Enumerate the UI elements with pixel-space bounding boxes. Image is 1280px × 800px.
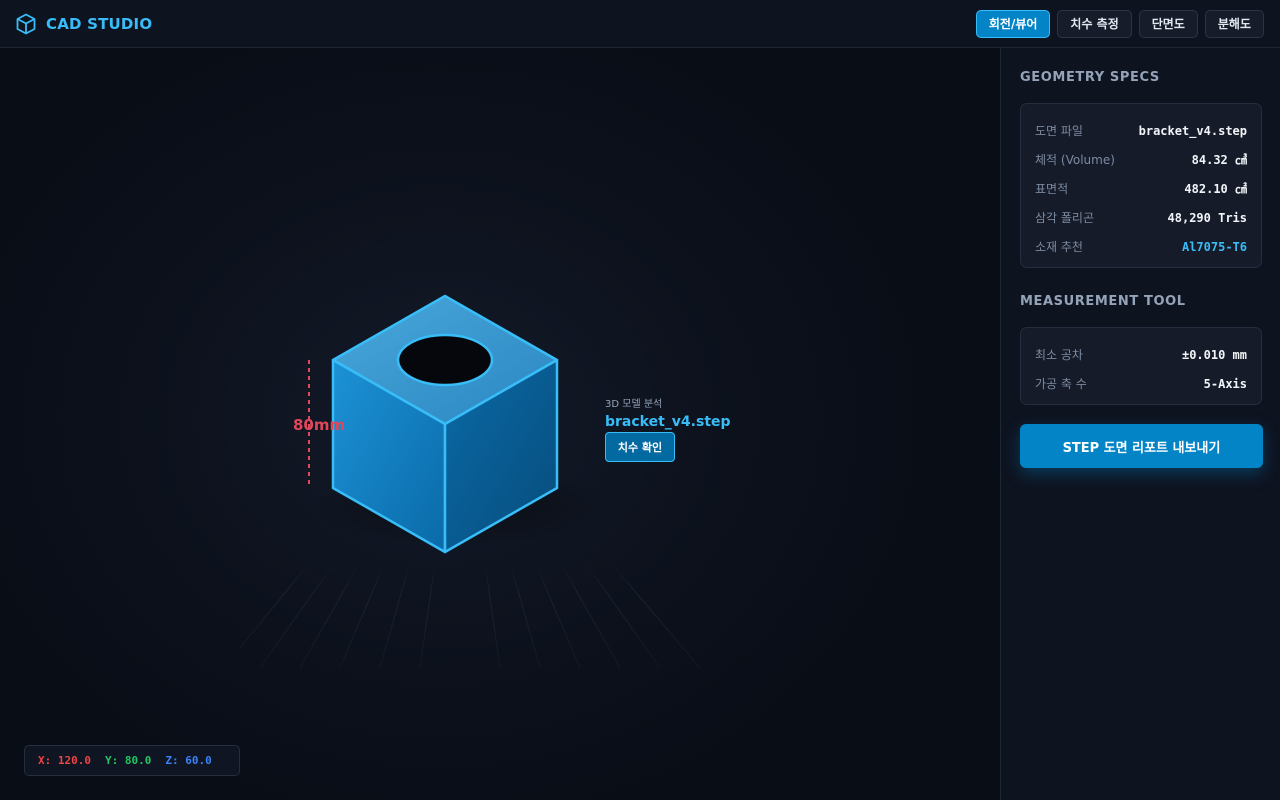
spec-value: Al7075-T6 [1181, 239, 1247, 254]
brand: CAD STUDIO [16, 13, 152, 35]
measure-row-axes: 가공 축 수 5-Axis [1035, 369, 1247, 398]
spec-sidebar: GEOMETRY SPECS 도면 파일 bracket_v4.step 체적 … [1000, 48, 1280, 800]
spec-row-surface-area: 표면적 482.10 ㎠ [1035, 174, 1247, 203]
measure-label: 최소 공차 [1035, 348, 1083, 362]
spec-label: 도면 파일 [1035, 124, 1083, 138]
measure-dimension-button[interactable]: 치수 측정 [1057, 9, 1132, 38]
floor-grid [239, 561, 701, 669]
export-report-button[interactable]: STEP 도면 리포트 내보내기 [1020, 424, 1263, 468]
measure-label: 가공 축 수 [1035, 377, 1087, 391]
spec-value: 482.10 ㎠ [1184, 182, 1247, 196]
spec-value: 48,290 Tris [1167, 210, 1247, 225]
measure-value: ±0.010 mm [1181, 347, 1247, 362]
spec-value: bracket_v4.step [1138, 123, 1247, 138]
spec-value: 84.32 ㎤ [1191, 153, 1247, 167]
geometry-specs-title: GEOMETRY SPECS [1020, 70, 1160, 85]
spec-row-polygons: 삼각 폴리곤 48,290 Tris [1035, 203, 1247, 232]
section-view-button[interactable]: 단면도 [1138, 9, 1198, 38]
bore-hole [396, 333, 494, 387]
model-info-callout: 3D 모델 분석 bracket_v4.step 치수 확인 [605, 395, 731, 462]
spec-label: 삼각 폴리곤 [1035, 211, 1095, 225]
rotate-viewer-button[interactable]: 회전/뷰어 [975, 9, 1051, 38]
3d-scene[interactable] [0, 48, 1000, 800]
measure-row-tolerance: 최소 공차 ±0.010 mm [1035, 340, 1247, 369]
spec-row-file: 도면 파일 bracket_v4.step [1035, 116, 1247, 145]
coord-y: Y: 80.0 [104, 754, 152, 767]
dimension-label: 80mm [293, 416, 346, 434]
app-title: CAD STUDIO [46, 14, 153, 33]
coordinate-readout: X: 120.0 Y: 80.0 Z: 60.0 [24, 745, 240, 776]
coord-x: X: 120.0 [38, 754, 91, 767]
spec-label: 표면적 [1035, 182, 1069, 196]
measure-value: 5-Axis [1203, 376, 1247, 391]
check-dimension-button[interactable]: 치수 확인 [605, 432, 675, 462]
exploded-view-button[interactable]: 분해도 [1204, 9, 1264, 38]
measurement-card: 최소 공차 ±0.010 mm 가공 축 수 5-Axis [1020, 327, 1262, 405]
spec-row-volume: 체적 (Volume) 84.32 ㎤ [1035, 145, 1247, 174]
spec-row-material: 소재 추천 Al7075-T6 [1035, 232, 1247, 261]
coord-z: Z: 60.0 [165, 754, 212, 767]
model-caption: 3D 모델 분석 [605, 399, 663, 410]
view-mode-toolbar: 회전/뷰어 치수 측정 단면도 분해도 [975, 9, 1264, 38]
measurement-tool-title: MEASUREMENT TOOL [1020, 294, 1186, 309]
cube-icon [16, 13, 36, 35]
spec-label: 체적 (Volume) [1035, 153, 1115, 167]
spec-label: 소재 추천 [1035, 240, 1083, 254]
top-bar: CAD STUDIO 회전/뷰어 치수 측정 단면도 분해도 [0, 0, 1280, 48]
geometry-specs-card: 도면 파일 bracket_v4.step 체적 (Volume) 84.32 … [1020, 103, 1262, 268]
3d-viewport[interactable]: 80mm 3D 모델 분석 bracket_v4.step 치수 확인 X: 1… [0, 48, 1000, 800]
model-filename: bracket_v4.step [605, 414, 731, 430]
